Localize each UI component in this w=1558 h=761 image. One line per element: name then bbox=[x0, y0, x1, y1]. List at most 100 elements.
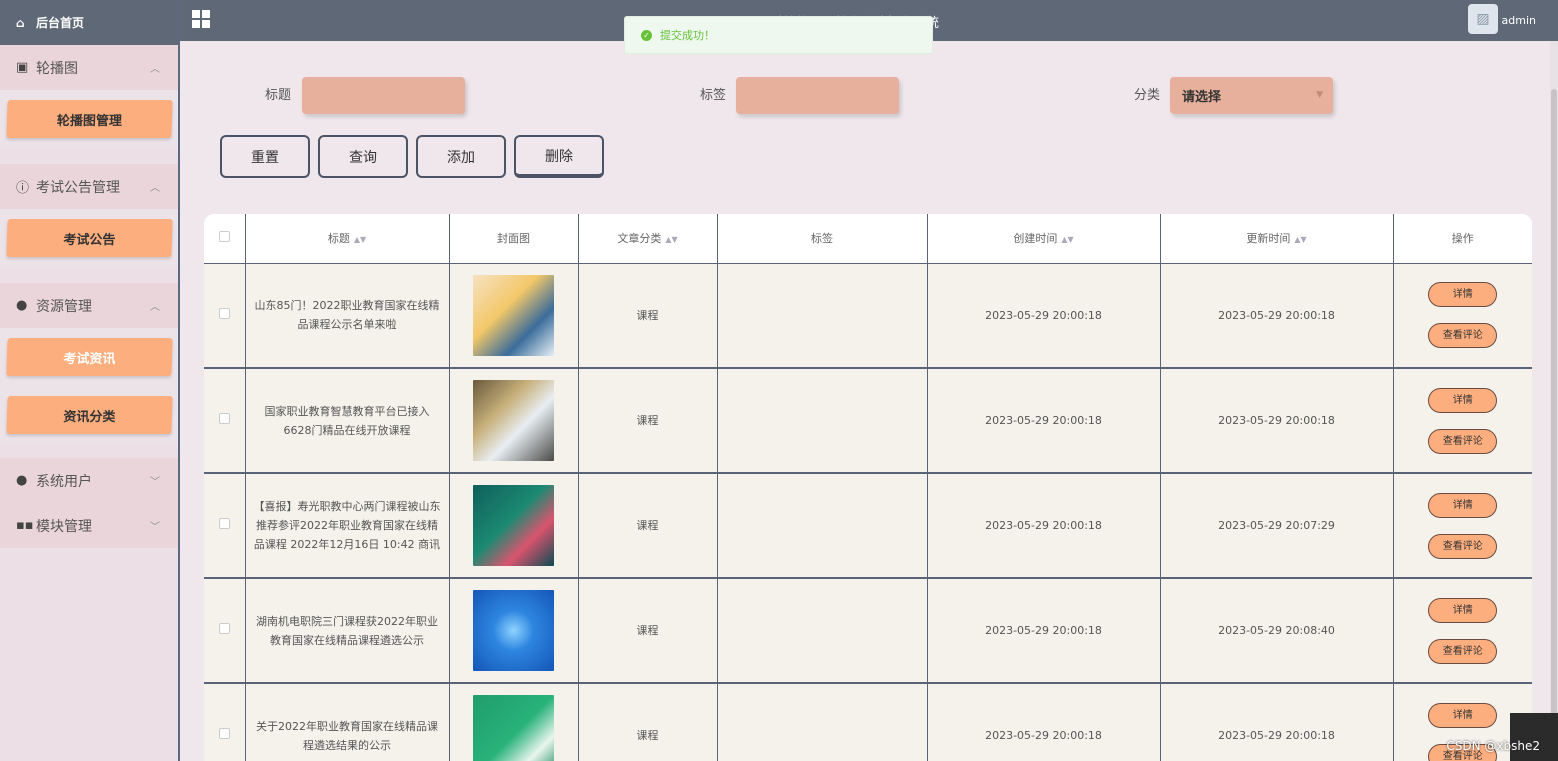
row-checkbox[interactable] bbox=[218, 623, 230, 634]
column-header-actions: 操作 bbox=[1393, 214, 1532, 264]
chevron-up-icon: ︿ bbox=[150, 64, 160, 75]
scrollbar-thumb[interactable] bbox=[1551, 89, 1557, 729]
row-tag bbox=[717, 368, 928, 474]
row-updated: 2023-05-29 20:07:29 bbox=[1160, 473, 1394, 579]
column-header-category[interactable]: 文章分类 ▲▼ bbox=[578, 214, 718, 264]
chevron-up-icon: ︿ bbox=[150, 302, 160, 313]
grid-icon: ▪▪ bbox=[16, 518, 34, 533]
table-row: 国家职业教育智慧教育平台已接入6628门精品在线开放课程 课程 2023-05-… bbox=[204, 368, 1532, 474]
chevron-down-icon: ▼ bbox=[1316, 90, 1323, 100]
reset-button[interactable]: 重置 bbox=[220, 135, 310, 178]
sidebar-item-news-category[interactable]: 资讯分类 bbox=[5, 396, 173, 434]
user-icon: ● bbox=[16, 473, 28, 488]
view-comments-button[interactable]: 查看评论 bbox=[1428, 428, 1498, 454]
chevron-down-icon: ﹀ bbox=[150, 522, 160, 533]
column-header-updated[interactable]: 更新时间 ▲▼ bbox=[1160, 214, 1394, 264]
row-created: 2023-05-29 20:00:18 bbox=[927, 368, 1161, 474]
detail-button[interactable]: 详情 bbox=[1428, 387, 1498, 413]
detail-button[interactable]: 详情 bbox=[1428, 282, 1498, 308]
tag-input[interactable] bbox=[736, 77, 899, 114]
avatar[interactable]: ▨ bbox=[1468, 4, 1498, 34]
select-all-checkbox[interactable] bbox=[218, 231, 230, 243]
table-row: 关于2022年职业教育国家在线精品课程遴选结果的公示 课程 2023-05-29… bbox=[204, 683, 1532, 761]
sidebar-group-modules[interactable]: ▪▪ 模块管理 ﹀ bbox=[0, 503, 178, 548]
chevron-down-icon: ﹀ bbox=[150, 477, 160, 488]
title-input[interactable] bbox=[302, 77, 465, 114]
detail-button[interactable]: 详情 bbox=[1428, 492, 1498, 518]
category-select-value: 请选择 bbox=[1182, 90, 1222, 105]
row-title: 【喜报】寿光职教中心两门课程被山东推荐参评2022年职业教育国家在线精品课程 2… bbox=[245, 473, 450, 579]
row-created: 2023-05-29 20:00:18 bbox=[927, 683, 1161, 761]
info-icon: ⓘ bbox=[16, 181, 30, 196]
row-category: 课程 bbox=[578, 263, 718, 369]
sidebar-group-label: 系统用户 bbox=[36, 473, 92, 490]
cover-image bbox=[473, 590, 554, 671]
view-comments-button[interactable]: 查看评论 bbox=[1428, 323, 1498, 349]
row-category: 课程 bbox=[578, 473, 718, 579]
picture-icon: ▣ bbox=[16, 60, 29, 75]
sidebar: ⌂ 后台首页 ▣ 轮播图 ︿ 轮播图管理 ⓘ 考试公告管理 ︿ 考试公告 ● 资… bbox=[0, 0, 180, 761]
row-updated: 2023-05-29 20:00:18 bbox=[1160, 263, 1394, 369]
row-updated: 2023-05-29 20:00:18 bbox=[1160, 368, 1394, 474]
sort-icon[interactable]: ▲▼ bbox=[1294, 235, 1306, 244]
article-table: 标题 ▲▼ 封面图 文章分类 ▲▼ 标签 创建时间 ▲▼ 更新时间 ▲▼ 操作 山东85… bbox=[204, 214, 1532, 761]
sidebar-item-notice[interactable]: 考试公告 bbox=[5, 219, 173, 257]
tag-label: 标签 bbox=[700, 88, 727, 103]
add-button[interactable]: 添加 bbox=[416, 135, 506, 178]
category-label: 分类 bbox=[1134, 88, 1161, 103]
column-header-created[interactable]: 创建时间 ▲▼ bbox=[927, 214, 1161, 264]
row-checkbox[interactable] bbox=[218, 518, 230, 529]
sidebar-group-users[interactable]: ● 系统用户 ﹀ bbox=[0, 458, 178, 503]
row-checkbox[interactable] bbox=[218, 728, 230, 739]
row-created: 2023-05-29 20:00:18 bbox=[927, 473, 1161, 579]
table-row: 湖南机电职院三门课程获2022年职业教育国家在线精品课程遴选公示 课程 2023… bbox=[204, 578, 1532, 684]
sidebar-group-notice[interactable]: ⓘ 考试公告管理 ︿ bbox=[0, 164, 178, 209]
row-title: 国家职业教育智慧教育平台已接入6628门精品在线开放课程 bbox=[245, 368, 450, 474]
username[interactable]: admin bbox=[1502, 14, 1536, 27]
pin-icon: ● bbox=[16, 298, 28, 313]
row-checkbox[interactable] bbox=[218, 307, 230, 319]
home-icon: ⌂ bbox=[16, 15, 25, 30]
check-icon: ✓ bbox=[641, 29, 652, 41]
row-created: 2023-05-29 20:00:18 bbox=[927, 578, 1161, 684]
sidebar-group-carousel[interactable]: ▣ 轮播图 ︿ bbox=[0, 45, 178, 90]
table-row: 【喜报】寿光职教中心两门课程被山东推荐参评2022年职业教育国家在线精品课程 2… bbox=[204, 473, 1532, 579]
sidebar-group-label: 资源管理 bbox=[36, 298, 92, 315]
scrollbar[interactable] bbox=[1550, 41, 1558, 761]
sidebar-group-resource[interactable]: ● 资源管理 ︿ bbox=[0, 283, 178, 328]
sort-icon[interactable]: ▲▼ bbox=[665, 235, 677, 244]
row-tag bbox=[717, 578, 928, 684]
chevron-up-icon: ︿ bbox=[150, 183, 160, 194]
cover-image bbox=[473, 380, 554, 461]
cover-image bbox=[473, 695, 554, 761]
row-updated: 2023-05-29 20:00:18 bbox=[1160, 683, 1394, 761]
success-toast: ✓ 提交成功！ bbox=[624, 16, 933, 54]
detail-button[interactable]: 详情 bbox=[1428, 597, 1498, 623]
view-comments-button[interactable]: 查看评论 bbox=[1428, 533, 1498, 559]
row-checkbox[interactable] bbox=[218, 413, 230, 424]
delete-button[interactable]: 删除 bbox=[514, 135, 604, 178]
view-comments-button[interactable]: 查看评论 bbox=[1428, 638, 1498, 664]
sort-icon[interactable]: ▲▼ bbox=[354, 235, 366, 244]
category-select[interactable]: 请选择 ▼ bbox=[1170, 77, 1333, 114]
menu-toggle-icon[interactable] bbox=[192, 10, 210, 28]
cover-image bbox=[473, 274, 554, 356]
sidebar-home[interactable]: ⌂ 后台首页 bbox=[0, 0, 178, 45]
sidebar-group-label: 轮播图 bbox=[36, 60, 78, 77]
select-all-header bbox=[204, 214, 246, 264]
column-header-title[interactable]: 标题 ▲▼ bbox=[245, 214, 450, 264]
query-button[interactable]: 查询 bbox=[318, 135, 408, 178]
toast-message: 提交成功！ bbox=[660, 29, 715, 42]
sidebar-group-label: 模块管理 bbox=[36, 518, 92, 535]
sort-icon[interactable]: ▲▼ bbox=[1061, 235, 1073, 244]
detail-button[interactable]: 详情 bbox=[1428, 702, 1498, 728]
row-tag bbox=[717, 683, 928, 761]
sidebar-item-carousel-manage[interactable]: 轮播图管理 bbox=[5, 100, 173, 138]
column-header-tag: 标签 bbox=[717, 214, 928, 264]
sidebar-home-label: 后台首页 bbox=[36, 16, 85, 30]
row-tag bbox=[717, 473, 928, 579]
row-title: 湖南机电职院三门课程获2022年职业教育国家在线精品课程遴选公示 bbox=[245, 578, 450, 684]
video-overlay bbox=[1510, 713, 1558, 761]
sidebar-item-exam-news[interactable]: 考试资讯 bbox=[5, 338, 173, 376]
row-category: 课程 bbox=[578, 368, 718, 474]
